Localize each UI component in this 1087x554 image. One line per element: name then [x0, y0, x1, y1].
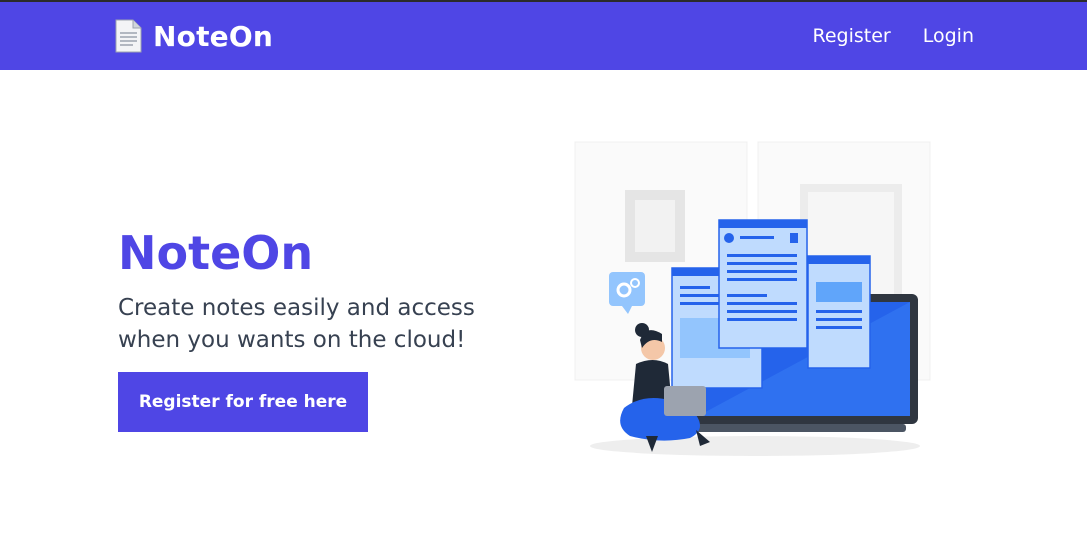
nav-register-link[interactable]: Register [813, 25, 891, 47]
navbar: NoteOn Register Login [0, 2, 1087, 70]
hero-illustration [574, 141, 931, 456]
hero-subtitle: Create notes easily and access when you … [118, 295, 475, 353]
brand-link[interactable]: NoteOn [113, 2, 273, 70]
nav-links: Register Login [813, 2, 975, 70]
brand-name: NoteOn [153, 19, 273, 53]
register-cta-button[interactable]: Register for free here [118, 372, 368, 432]
hero-title: NoteOn [118, 226, 314, 280]
nav-login-link[interactable]: Login [923, 25, 974, 47]
document-icon [115, 19, 142, 53]
